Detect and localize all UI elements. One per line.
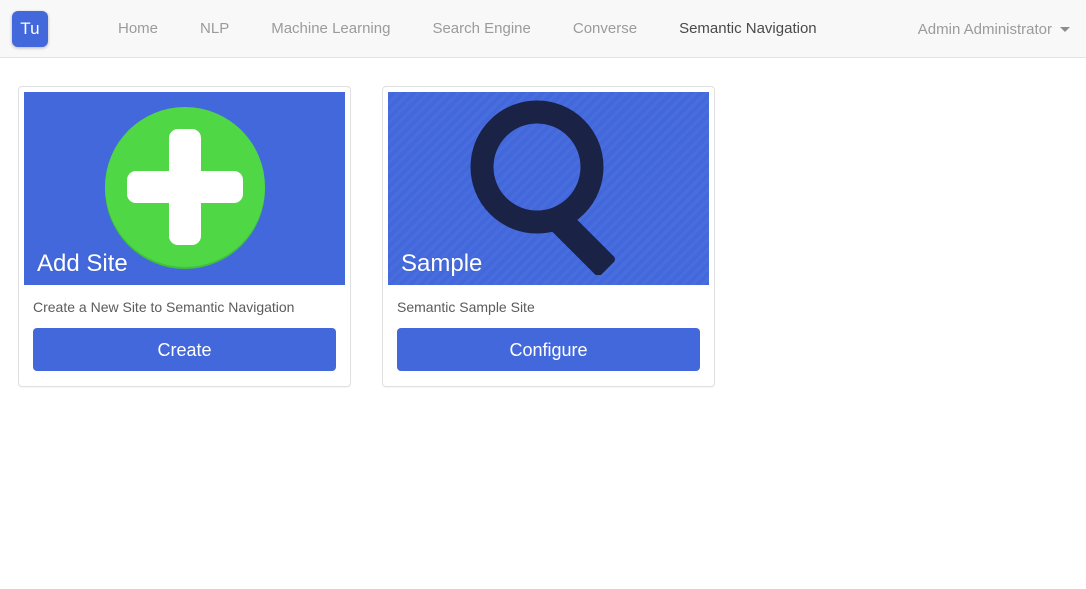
- card-title-sample: Sample: [401, 250, 483, 277]
- nav-item-home[interactable]: Home: [97, 0, 179, 58]
- card-title-add-site: Add Site: [37, 250, 128, 277]
- card-description-add-site: Create a New Site to Semantic Navigation: [33, 299, 295, 315]
- nav-item-search-engine[interactable]: Search Engine: [411, 0, 551, 58]
- nav-item-machine-learning[interactable]: Machine Learning: [250, 0, 411, 58]
- plus-circle-icon: [104, 106, 265, 269]
- top-navbar: Tu Home NLP Machine Learning Search Engi…: [0, 0, 1086, 58]
- site-card-add-site[interactable]: Add Site Create a New Site to Semantic N…: [18, 86, 351, 387]
- card-body-sample: Semantic Sample Site Configure: [388, 285, 709, 386]
- app-logo-icon[interactable]: Tu: [12, 10, 48, 47]
- card-description-sample: Semantic Sample Site: [397, 299, 535, 315]
- create-button[interactable]: Create: [33, 328, 336, 371]
- user-menu-label: Admin Administrator: [917, 20, 1052, 38]
- card-media-sample: Sample: [388, 92, 709, 285]
- brand-label: Tu: [20, 18, 40, 38]
- magnifier-icon: [470, 100, 615, 275]
- card-media-add-site: Add Site: [24, 92, 345, 285]
- nav-links: Home NLP Machine Learning Search Engine …: [97, 0, 838, 57]
- site-card-sample[interactable]: Sample Semantic Sample Site Configure: [382, 86, 715, 387]
- user-menu[interactable]: Admin Administrator: [918, 0, 1070, 58]
- nav-item-converse[interactable]: Converse: [552, 0, 658, 58]
- nav-item-nlp[interactable]: NLP: [179, 0, 250, 58]
- site-cards-grid: Add Site Create a New Site to Semantic N…: [0, 58, 1086, 387]
- nav-item-semantic-navigation[interactable]: Semantic Navigation: [658, 0, 838, 58]
- card-body-add-site: Create a New Site to Semantic Navigation…: [24, 285, 345, 386]
- configure-button[interactable]: Configure: [397, 328, 700, 371]
- chevron-down-icon: [1060, 26, 1070, 32]
